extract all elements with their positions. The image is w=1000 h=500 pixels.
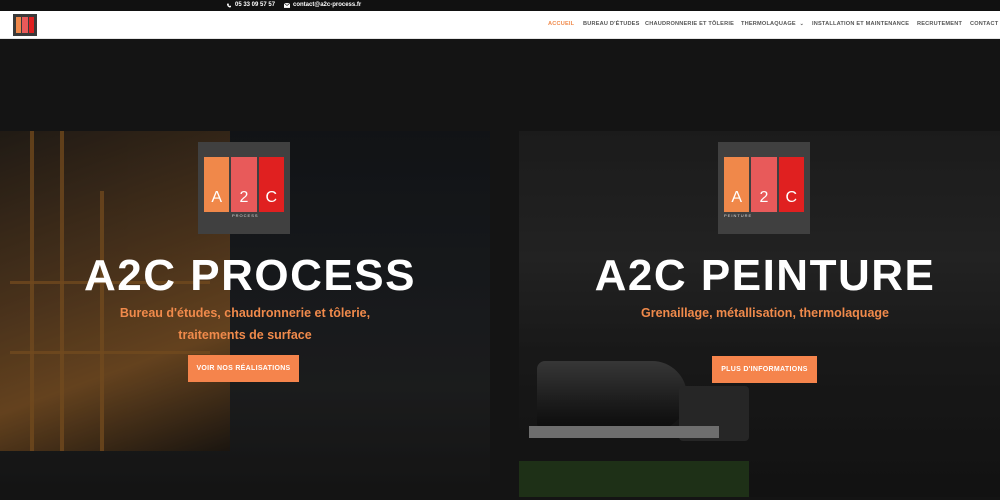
top-bar: 05 33 09 57 57 contact@a2c-process.fr [0,0,1000,11]
logo-bar-2: 2 [231,157,257,212]
email-link[interactable]: contact@a2c-process.fr [284,2,361,8]
logo-bar-a: A [204,157,230,212]
site-logo[interactable] [13,14,37,36]
envelope-icon [284,2,290,8]
logo-subtext: PEINTURE [724,213,753,218]
nav-item-chaudronnerie[interactable]: CHAUDRONNERIE ET TÔLERIE [645,21,734,27]
nav-item-contact[interactable]: CONTACT [970,21,998,27]
nav-item-installation[interactable]: INSTALLATION ET MAINTENANCE [812,21,909,27]
logo-subtext: PROCESS [232,213,259,218]
process-logo: A 2 C PROCESS [198,142,290,234]
peinture-logo: A 2 C PEINTURE [718,142,810,234]
phone-icon [227,3,231,7]
nav-item-accueil[interactable]: ACCUEIL [548,21,574,27]
informations-button[interactable]: PLUS D'INFORMATIONS [712,356,817,383]
process-title: A2C PROCESS [84,251,416,300]
nav-item-thermolaquage-label: THERMOLAQUAGE [741,21,796,27]
email-address: contact@a2c-process.fr [293,2,362,8]
nav-item-recrutement[interactable]: RECRUTEMENT [917,21,962,27]
logo-bar-2: 2 [751,157,777,212]
logo-bar-c: C [778,157,804,212]
logo-bar-c: C [258,157,284,212]
process-subtitle-line1: Bureau d'études, chaudronnerie et tôleri… [119,306,371,320]
peinture-subtitle: Grenaillage, métallisation, thermolaquag… [641,306,889,320]
process-subtitle-line2: traitements de surface [178,328,312,342]
hero-section: A 2 C PROCESS A2C PROCESS Bureau d'étude… [0,39,1000,500]
nav-item-thermolaquage[interactable]: THERMOLAQUAGE ⌄ [741,21,804,27]
logo-bar-a: A [724,157,750,212]
chevron-down-icon: ⌄ [799,21,804,27]
phone-link[interactable]: 05 33 09 57 57 [226,2,275,8]
phone-number: 05 33 09 57 57 [235,2,276,8]
peinture-title: A2C PEINTURE [594,251,936,300]
realisations-button[interactable]: VOIR NOS RÉALISATIONS [188,355,299,382]
nav-item-bureau-etudes[interactable]: BUREAU D'ÉTUDES [583,21,640,27]
site-header: ACCUEIL BUREAU D'ÉTUDES CHAUDRONNERIE ET… [0,11,1000,39]
